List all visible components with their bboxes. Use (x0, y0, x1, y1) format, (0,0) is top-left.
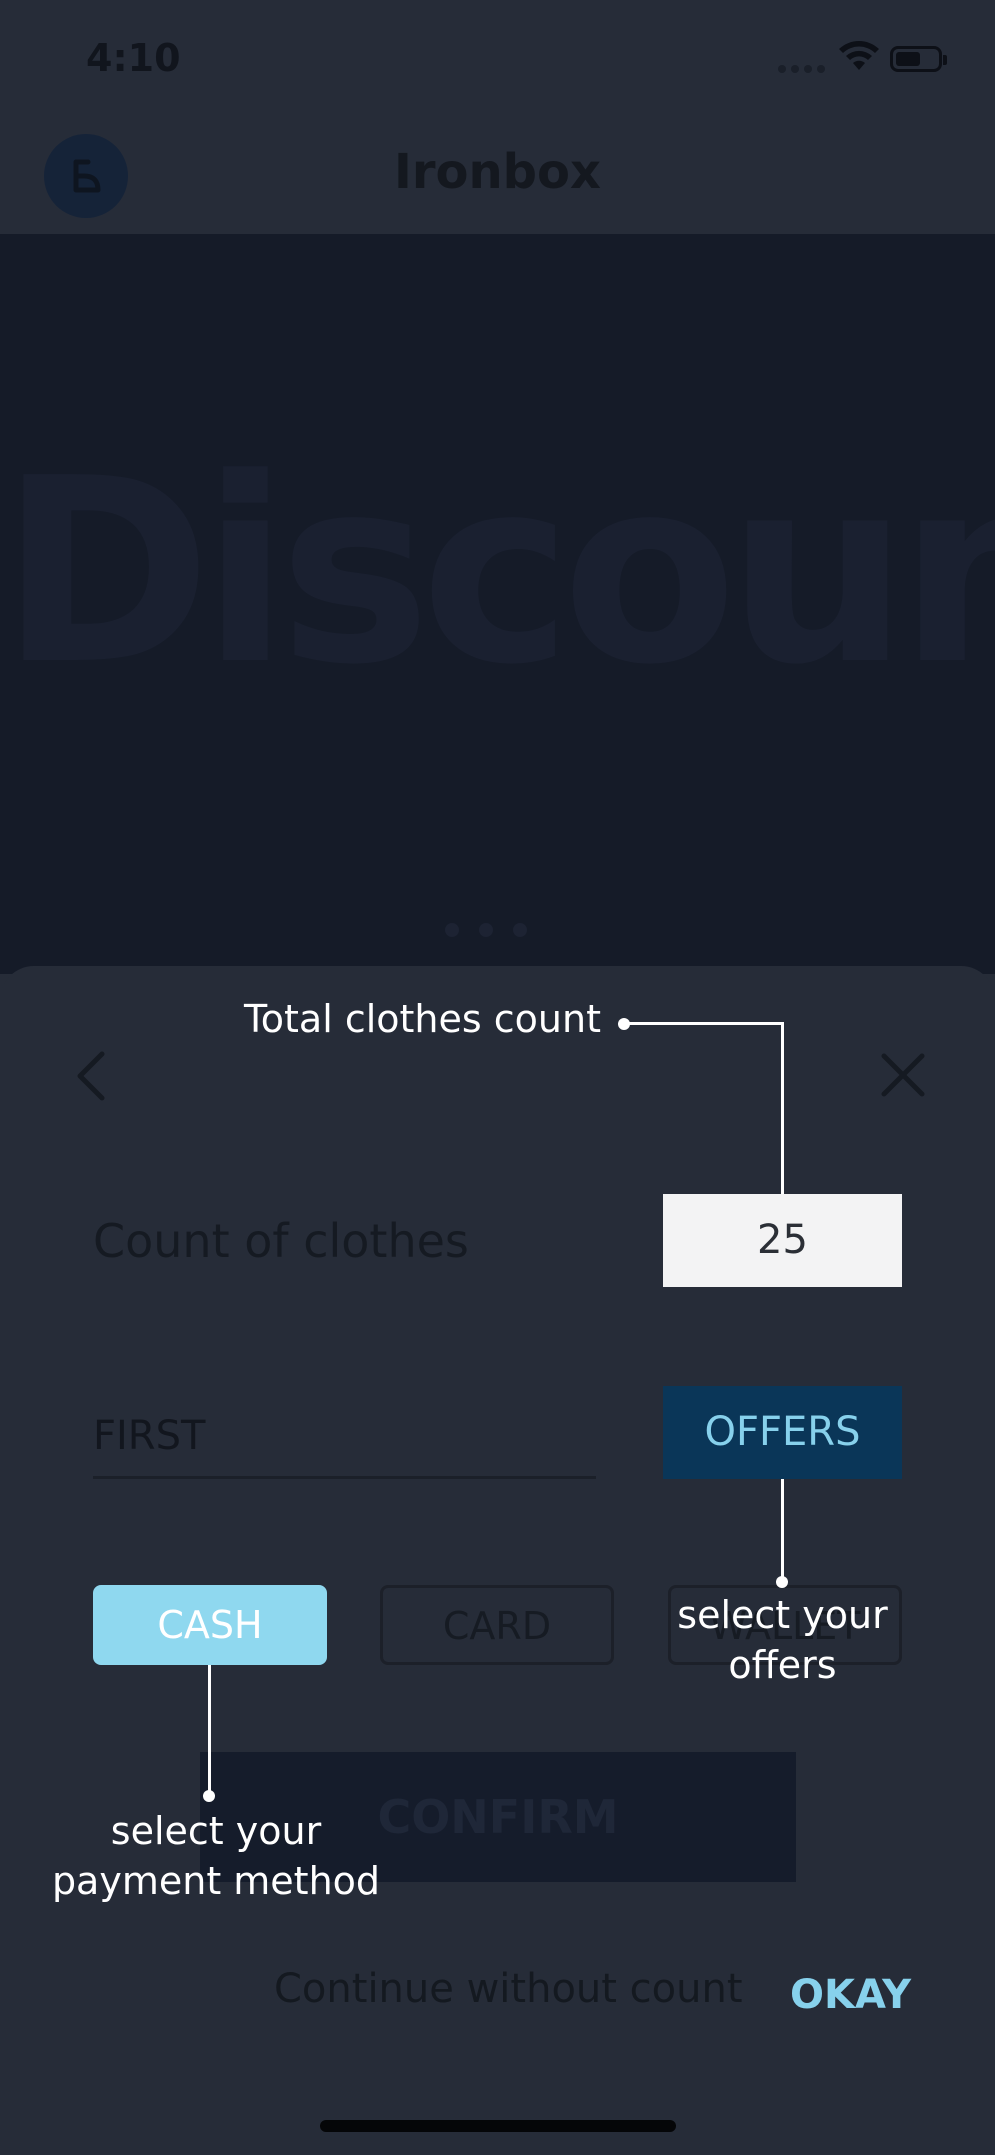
close-icon[interactable] (880, 1052, 926, 1098)
battery-icon (890, 46, 947, 72)
wifi-icon (839, 41, 879, 70)
annotation-dot (776, 1576, 788, 1588)
offers-button[interactable]: OFFERS (663, 1386, 902, 1479)
annotation-offers-line2: offers (728, 1643, 837, 1687)
annotation-line (208, 1665, 211, 1793)
back-chevron-icon[interactable] (70, 1050, 110, 1102)
annotation-line (624, 1022, 784, 1025)
annotation-payment-line2: payment method (51, 1859, 381, 1903)
annotation-payment-line1: select your (110, 1809, 322, 1853)
status-bar: 4:10 (0, 0, 995, 120)
annotation-offers-line1: select your (677, 1593, 888, 1637)
home-indicator (320, 2120, 676, 2132)
banner-text: Discount (0, 424, 995, 721)
annotation-total-count: Total clothes count (244, 997, 601, 1041)
status-time: 4:10 (86, 36, 181, 80)
okay-button[interactable]: OKAY (790, 1972, 911, 2018)
promo-banner[interactable]: Discount (0, 234, 995, 974)
app-title: Ironbox (394, 144, 601, 200)
signal-icon (778, 58, 830, 77)
annotation-line (781, 1022, 784, 1194)
app-header: Ironbox (0, 120, 995, 234)
annotation-payment: select your payment method (34, 1806, 398, 1906)
annotation-line (781, 1479, 784, 1581)
continue-without-count-link[interactable]: Continue without count (274, 1966, 743, 2012)
annotation-offers: select your offers (660, 1590, 905, 1690)
count-label: Count of clothes (93, 1214, 469, 1268)
annotation-dot (203, 1790, 215, 1802)
promo-code-input[interactable]: FIRST (93, 1404, 596, 1479)
carousel-dots (445, 922, 547, 941)
cash-button[interactable]: CASH (93, 1585, 327, 1665)
card-button[interactable]: CARD (380, 1585, 614, 1665)
count-input[interactable]: 25 (663, 1194, 902, 1287)
